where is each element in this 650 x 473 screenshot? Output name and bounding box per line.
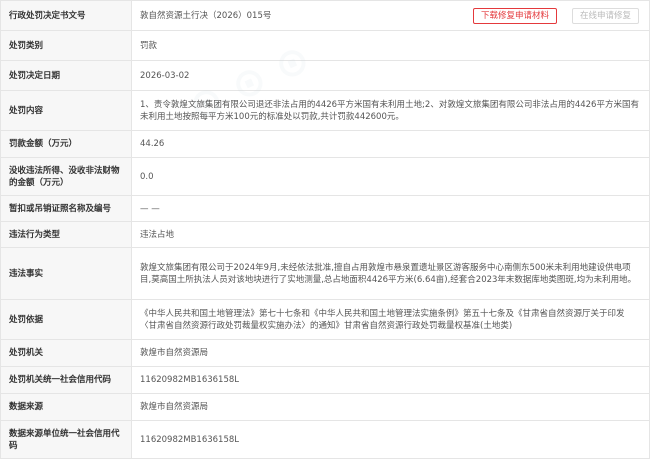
row-label: 违法行为类型 — [0, 221, 132, 248]
row-value: 敦煌文旅集团有限公司于2024年9月,未经依法批准,擅自占用敦煌市悬泉置遗址景区… — [131, 247, 650, 300]
penalty-info-table: 行政处罚决定书文号 敦自然资源土行决（2026）015号 下载修复申请材料 在线… — [0, 0, 650, 459]
row-label: 处罚机关统一社会信用代码 — [0, 366, 132, 394]
row-value: 0.0 — [131, 157, 650, 196]
table-row: 数据来源单位统一社会信用代码 11620982MB1636158L — [0, 420, 650, 459]
row-value: 1、责令敦煌文旅集团有限公司退还非法占用的4426平方米国有未利用土地;2、对敦… — [131, 90, 650, 131]
row-label: 暂扣或吊销证照名称及编号 — [0, 195, 132, 222]
table-row: 违法行为类型 违法占地 — [0, 221, 650, 248]
row-value: 2026-03-02 — [131, 60, 650, 91]
table-row: 暂扣或吊销证照名称及编号 — — — [0, 195, 650, 222]
row-value: 违法占地 — [131, 221, 650, 248]
table-row: 没收违法所得、没收非法财物的金额（万元） 0.0 — [0, 157, 650, 196]
row-label: 处罚内容 — [0, 90, 132, 131]
table-row: 处罚依据 《中华人民共和国土地管理法》第七十七条和《中华人民共和国土地管理法实施… — [0, 299, 650, 340]
row-label: 处罚机关 — [0, 339, 132, 367]
row-value: — — — [131, 195, 650, 222]
row-value: 《中华人民共和国土地管理法》第七十七条和《中华人民共和国土地管理法实施条例》第五… — [131, 299, 650, 340]
row-value: 敦煌市自然资源局 — [131, 393, 650, 421]
row-value: 敦自然资源土行决（2026）015号 下载修复申请材料 在线申请修复 — [131, 0, 650, 31]
row-value: 11620982MB1636158L — [131, 366, 650, 394]
row-label: 行政处罚决定书文号 — [0, 0, 132, 31]
table-row: 违法事实 敦煌文旅集团有限公司于2024年9月,未经依法批准,擅自占用敦煌市悬泉… — [0, 247, 650, 300]
table-row: 处罚内容 1、责令敦煌文旅集团有限公司退还非法占用的4426平方米国有未利用土地… — [0, 90, 650, 131]
row-label: 罚款金额（万元） — [0, 130, 132, 158]
row-label: 违法事实 — [0, 247, 132, 300]
row-label: 数据来源单位统一社会信用代码 — [0, 420, 132, 459]
table-row: 行政处罚决定书文号 敦自然资源土行决（2026）015号 下载修复申请材料 在线… — [0, 0, 650, 31]
row-label: 处罚依据 — [0, 299, 132, 340]
download-repair-materials-button[interactable]: 下载修复申请材料 — [472, 8, 557, 24]
table-row: 罚款金额（万元） 44.26 — [0, 130, 650, 158]
online-repair-application-button[interactable]: 在线申请修复 — [571, 8, 639, 24]
table-row: 处罚类别 罚款 — [0, 30, 650, 61]
row-value: 44.26 — [131, 130, 650, 158]
row-label: 处罚决定日期 — [0, 60, 132, 91]
table-row: 处罚机关统一社会信用代码 11620982MB1636158L — [0, 366, 650, 394]
decision-number: 敦自然资源土行决（2026）015号 — [140, 10, 272, 21]
row-label: 数据来源 — [0, 393, 132, 421]
row-label: 没收违法所得、没收非法财物的金额（万元） — [0, 157, 132, 196]
row-value: 敦煌市自然资源局 — [131, 339, 650, 367]
row-value: 罚款 — [131, 30, 650, 61]
table-row: 处罚机关 敦煌市自然资源局 — [0, 339, 650, 367]
table-row: 处罚决定日期 2026-03-02 — [0, 60, 650, 91]
table-row: 数据来源 敦煌市自然资源局 — [0, 393, 650, 421]
row-label: 处罚类别 — [0, 30, 132, 61]
row-value: 11620982MB1636158L — [131, 420, 650, 459]
